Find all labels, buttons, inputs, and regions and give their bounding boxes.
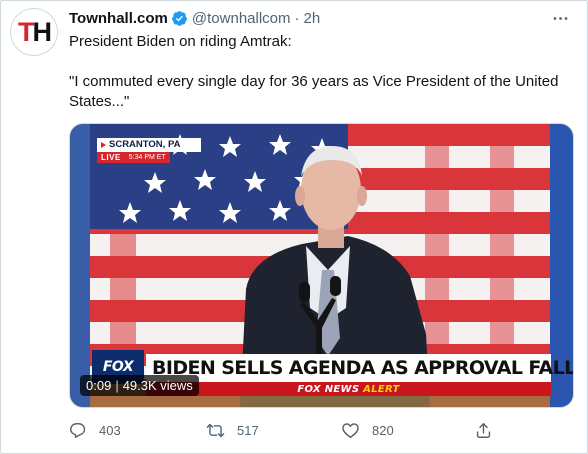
alert-network: FOX NEWS <box>297 383 360 395</box>
tweet-time[interactable]: 2h <box>304 10 321 27</box>
tweet-text-line-1: President Biden on riding Amtrak: <box>69 33 292 50</box>
avatar-letter-t: T <box>18 16 34 47</box>
reply-button[interactable]: 403 <box>68 419 121 441</box>
like-button[interactable]: 820 <box>341 419 394 441</box>
reply-count: 403 <box>99 422 121 438</box>
separator-dot: · <box>294 9 300 27</box>
tweet-text-line-2: "I commuted every single day for 36 year… <box>69 73 559 110</box>
video-time: 0:09 <box>86 378 112 393</box>
tweet-card[interactable]: TH Townhall.com @townhallcom · 2h Presid… <box>0 0 588 454</box>
tweet-text: President Biden on riding Amtrak: "I com… <box>69 32 569 112</box>
live-time: 5:34 PM ET <box>124 152 170 163</box>
handle[interactable]: @townhallcom <box>192 10 291 27</box>
alert-word: ALERT <box>363 383 400 395</box>
live-strip: LIVE 5:34 PM ET <box>97 152 201 163</box>
display-name[interactable]: Townhall.com <box>69 10 168 27</box>
alert-bar: FOX NEWS ALERT <box>146 382 551 396</box>
video-timestamp: 0:09 | 49.3K views <box>80 375 199 396</box>
avatar-letter-h: H <box>32 16 52 47</box>
avatar[interactable]: TH <box>10 8 58 56</box>
headline-bar: BIDEN SELLS AGENDA AS APPROVAL FALLS <box>146 354 573 382</box>
location-badge: SCRANTON, PA LIVE 5:34 PM ET <box>97 138 201 164</box>
retweet-count: 517 <box>237 422 259 438</box>
live-label: LIVE <box>97 152 125 163</box>
location-label: SCRANTON, PA <box>97 138 201 152</box>
retweet-icon <box>206 423 225 437</box>
tweet-header: Townhall.com @townhallcom · 2h <box>69 8 320 28</box>
share-icon <box>476 422 491 438</box>
action-bar: 403 517 820 <box>61 419 531 441</box>
heart-icon <box>342 422 359 438</box>
fox-logo-text: FOX <box>102 359 134 375</box>
more-options-icon[interactable] <box>549 9 571 27</box>
chyron-headline: BIDEN SELLS AGENDA AS APPROVAL FALLS <box>152 357 574 379</box>
video-player[interactable]: SCRANTON, PA LIVE 5:34 PM ET FOX BIDEN S… <box>69 123 574 408</box>
alert-text: FOX NEWS ALERT <box>297 384 399 395</box>
verified-badge-icon <box>171 10 188 27</box>
timestamp-separator: | <box>115 378 119 393</box>
like-count: 820 <box>372 422 394 438</box>
view-count: 49.3K views <box>122 378 193 393</box>
share-button[interactable] <box>474 419 505 441</box>
avatar-logo: TH <box>18 16 52 47</box>
retweet-button[interactable]: 517 <box>206 419 259 441</box>
reply-icon <box>70 422 86 438</box>
